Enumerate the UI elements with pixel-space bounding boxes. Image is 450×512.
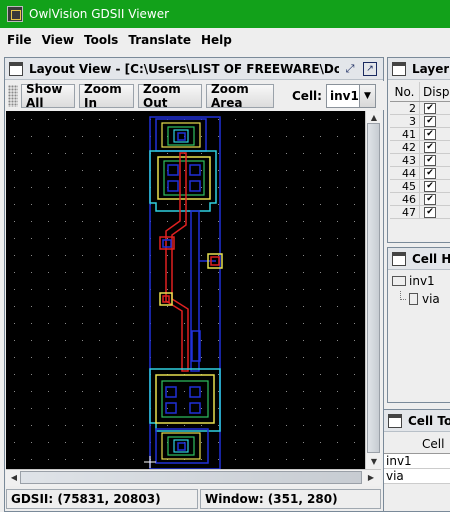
chevron-down-icon[interactable]: ▼ — [358, 84, 375, 107]
cell-tree: inv1 via — [392, 272, 440, 308]
frame-icon — [392, 251, 406, 266]
display-checkbox[interactable]: ✔ — [424, 129, 436, 140]
column-disp[interactable]: Disp — [420, 82, 449, 101]
tree-node-label: inv1 — [409, 274, 435, 288]
cell-hierarchy-panel: Cell Hie inv1 via — [387, 247, 450, 403]
horizontal-scrollbar[interactable]: ◀ ▶ — [6, 469, 381, 486]
zoom-in-button[interactable]: Zoom In — [79, 82, 134, 110]
cell-tool-panel: Cell To Cell inv1 via — [383, 409, 450, 512]
tree-node-child[interactable]: via — [392, 290, 440, 308]
scroll-down-icon[interactable]: ▼ — [366, 457, 382, 466]
cell-tool-table: Cell inv1 via — [384, 434, 450, 484]
layer-number: 42 — [390, 141, 420, 154]
menu-tools[interactable]: Tools — [80, 33, 124, 47]
layout-view-header: Layout View - [C:\Users\LIST OF FREEWARE… — [5, 58, 383, 80]
scroll-right-icon[interactable]: ▶ — [363, 473, 379, 482]
layout-canvas[interactable] — [6, 111, 365, 469]
cell-tool-column-header[interactable]: Cell — [384, 434, 450, 454]
title-bar: OwlVision GDSII Viewer — [0, 0, 450, 28]
layer-panel-title: Layer — [412, 61, 450, 76]
layer-number: 45 — [390, 180, 420, 193]
display-checkbox[interactable]: ✔ — [424, 168, 436, 179]
app-icon — [7, 6, 23, 22]
cell-label: Cell: — [292, 88, 322, 103]
maximize-icon[interactable]: ↗ — [363, 62, 377, 76]
display-checkbox[interactable]: ✔ — [424, 207, 436, 218]
toolbar-grip[interactable] — [8, 84, 18, 107]
cell-select[interactable]: inv1 ▼ — [325, 83, 376, 108]
tree-connector — [400, 290, 406, 300]
window-title: OwlVision GDSII Viewer — [29, 7, 170, 21]
menu-help[interactable]: Help — [197, 33, 238, 47]
layer-row[interactable]: 46 ✔ — [390, 193, 450, 206]
zoom-out-button[interactable]: Zoom Out — [138, 82, 202, 110]
cell-tool-row[interactable]: inv1 — [384, 454, 450, 469]
tree-node-label: via — [422, 292, 440, 306]
status-bar: GDSII: (75831, 20803) Window: (351, 280) — [6, 489, 381, 511]
file-icon — [409, 293, 418, 305]
layer-number: 47 — [390, 206, 420, 219]
layer-number: 46 — [390, 193, 420, 206]
layer-number: 44 — [390, 167, 420, 180]
horizontal-scroll-thumb[interactable] — [20, 471, 362, 484]
frame-icon — [388, 413, 402, 428]
column-no[interactable]: No. — [390, 82, 420, 101]
menu-translate[interactable]: Translate — [124, 33, 197, 47]
cell-hierarchy-title: Cell Hie — [412, 251, 450, 266]
layout-drawing — [6, 111, 365, 469]
window-coordinates: Window: (351, 280) — [200, 489, 381, 509]
display-checkbox[interactable]: ✔ — [424, 181, 436, 192]
layer-panel-header: Layer — [388, 58, 450, 80]
layer-number: 41 — [390, 128, 420, 141]
layer-number: 43 — [390, 154, 420, 167]
layer-number: 3 — [390, 115, 420, 128]
layer-table: No. Disp 2 ✔ 3 ✔ 41 ✔ 42 ✔ 43 ✔ 44 ✔ 45 ✔ 46 ✔ 4… — [390, 82, 450, 219]
cell-tool-title: Cell To — [408, 413, 450, 428]
layer-row[interactable]: 3 ✔ — [390, 115, 450, 128]
layer-row[interactable]: 44 ✔ — [390, 167, 450, 180]
layer-row[interactable]: 41 ✔ — [390, 128, 450, 141]
menu-bar: File View Tools Translate Help — [0, 28, 450, 51]
cell-hierarchy-header: Cell Hie — [388, 248, 450, 270]
frame-icon — [392, 61, 406, 76]
layer-row[interactable]: 45 ✔ — [390, 180, 450, 193]
cell-tool-header: Cell To — [384, 410, 450, 432]
menu-view[interactable]: View — [38, 33, 80, 47]
cell-select-value: inv1 — [329, 88, 359, 103]
display-checkbox[interactable]: ✔ — [424, 103, 436, 114]
vertical-scrollbar[interactable]: ▲ ▼ — [365, 111, 381, 469]
vertical-scroll-thumb[interactable] — [367, 123, 380, 453]
restore-icon[interactable]: ⤢ — [343, 62, 357, 76]
tree-node-root[interactable]: inv1 — [392, 272, 440, 290]
layout-view-title: Layout View - [C:\Users\LIST OF FREEWARE… — [29, 61, 339, 76]
gdsii-coordinates: GDSII: (75831, 20803) — [6, 489, 198, 509]
layer-row[interactable]: 2 ✔ — [390, 102, 450, 115]
zoom-area-button[interactable]: Zoom Area — [206, 82, 274, 110]
scroll-up-icon[interactable]: ▲ — [366, 113, 382, 122]
frame-icon — [9, 61, 23, 76]
show-all-button[interactable]: Show All — [21, 82, 75, 110]
layer-panel: Layer No. Disp 2 ✔ 3 ✔ 41 ✔ 42 ✔ 43 ✔ 44 ✔ 45 ✔… — [387, 57, 450, 243]
folder-icon — [392, 276, 406, 286]
layer-row[interactable]: 47 ✔ — [390, 206, 450, 219]
layer-table-header: No. Disp — [390, 82, 450, 102]
cell-tool-row[interactable]: via — [384, 469, 450, 484]
display-checkbox[interactable]: ✔ — [424, 142, 436, 153]
display-checkbox[interactable]: ✔ — [424, 155, 436, 166]
layout-toolbar: Show All Zoom In Zoom Out Zoom Area Cell… — [6, 81, 384, 110]
layer-number: 2 — [390, 102, 420, 115]
display-checkbox[interactable]: ✔ — [424, 194, 436, 205]
display-checkbox[interactable]: ✔ — [424, 116, 436, 127]
layer-row[interactable]: 42 ✔ — [390, 141, 450, 154]
layer-row[interactable]: 43 ✔ — [390, 154, 450, 167]
menu-file[interactable]: File — [3, 33, 38, 47]
